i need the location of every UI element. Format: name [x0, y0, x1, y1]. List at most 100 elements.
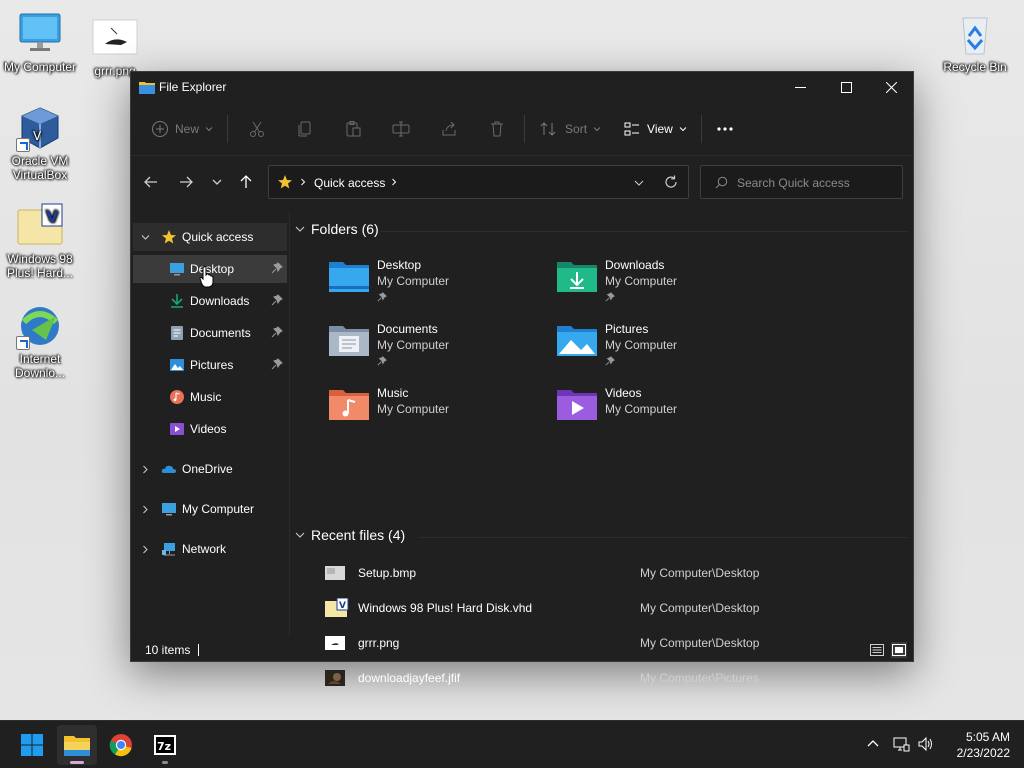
forward-button[interactable] [172, 165, 200, 199]
music-folder-icon [170, 390, 184, 404]
back-button[interactable] [137, 165, 165, 199]
large-icons-view-icon[interactable] [891, 642, 907, 658]
sidebar-item-music[interactable]: Music [133, 383, 287, 411]
details-view-icon[interactable] [869, 642, 885, 658]
sidebar-item-my-computer[interactable]: My Computer [133, 495, 287, 523]
recent-files-group-title: Recent files (4) [311, 527, 406, 543]
rename-button[interactable] [386, 112, 416, 146]
minimize-button[interactable] [777, 72, 823, 102]
title-bar[interactable]: File Explorer [131, 72, 913, 102]
monitor-icon [16, 10, 64, 58]
folder-location: My Computer [605, 338, 678, 352]
photo-thumbnail-icon [325, 670, 345, 686]
pictures-folder-icon [170, 359, 184, 371]
folder-tile-videos[interactable]: Videos My Computer [551, 382, 771, 442]
search-box[interactable] [700, 165, 903, 199]
folder-name: Desktop [377, 258, 422, 272]
folder-tile-downloads[interactable]: Downloads My Computer [551, 254, 771, 314]
maximize-button[interactable] [823, 72, 869, 102]
up-button[interactable] [232, 165, 260, 199]
recent-locations-button[interactable] [203, 165, 231, 199]
copy-button[interactable] [290, 112, 320, 146]
recent-file-row[interactable]: V Windows 98 Plus! Hard Disk.vhd My Comp… [291, 593, 911, 623]
chevron-down-icon [205, 127, 213, 132]
share-button[interactable] [434, 112, 464, 146]
file-location: My Computer\Desktop [640, 601, 760, 615]
breadcrumb[interactable]: Quick access [314, 176, 385, 190]
delete-icon [491, 121, 504, 137]
desktop-icon-my-computer[interactable]: My Computer [0, 10, 80, 74]
sort-button[interactable]: Sort [533, 112, 607, 146]
chevron-right-icon[interactable] [141, 545, 150, 554]
svg-text:V: V [46, 207, 59, 226]
folder-location: My Computer [377, 338, 450, 352]
pin-icon [377, 356, 387, 366]
paste-button[interactable] [338, 112, 368, 146]
chevron-down-icon[interactable] [141, 233, 150, 242]
delete-button[interactable] [482, 112, 512, 146]
desktop-icon-label: Internet Downlo... [14, 352, 66, 380]
sidebar-item-documents[interactable]: Documents [133, 319, 287, 347]
sidebar-item-onedrive[interactable]: OneDrive [133, 455, 287, 483]
network-icon[interactable] [892, 735, 910, 753]
item-count: 10 items [145, 643, 191, 657]
desktop-icon-idm[interactable]: Internet Downlo... [0, 302, 80, 380]
more-options-button[interactable] [710, 112, 740, 146]
address-bar[interactable]: Quick access [268, 165, 689, 199]
desktop-icon-label: Recycle Bin [943, 60, 1007, 74]
view-button[interactable]: View [617, 112, 693, 146]
taskbar-7zip[interactable]: 7z [145, 725, 185, 765]
sort-icon [540, 122, 556, 136]
desktop-icon-vhd[interactable]: V Windows 98 Plus! Hard... [0, 202, 80, 280]
pin-icon [377, 292, 387, 302]
new-button[interactable]: New [145, 112, 219, 146]
status-bar: 10 items [131, 639, 913, 661]
download-manager-icon [16, 302, 64, 350]
search-input[interactable] [737, 174, 892, 192]
recent-file-row[interactable]: downloadjayfeef.jfif My Computer\Picture… [291, 663, 911, 693]
pin-icon [605, 292, 615, 302]
pane-splitter[interactable] [289, 212, 290, 637]
taskbar-chrome[interactable] [101, 725, 141, 765]
videos-folder-icon [557, 390, 597, 420]
chevron-up-icon[interactable] [864, 735, 882, 753]
chevron-right-icon[interactable] [141, 465, 150, 474]
folder-tile-pictures[interactable]: Pictures My Computer [551, 318, 771, 378]
start-button[interactable] [12, 725, 52, 765]
sidebar-item-label: Videos [190, 422, 227, 436]
chevron-down-icon [679, 127, 687, 132]
sidebar-item-videos[interactable]: Videos [133, 415, 287, 443]
chevron-right-icon[interactable] [141, 505, 150, 514]
sidebar-item-quick-access[interactable]: Quick access [133, 223, 287, 251]
sidebar-item-downloads[interactable]: Downloads [133, 287, 287, 315]
sidebar-item-label: Network [182, 542, 227, 556]
desktop-icon-grrr-png[interactable]: grrr.png [75, 14, 155, 78]
recent-files-group-header[interactable]: Recent files (4) [295, 527, 405, 543]
system-clock[interactable]: 5:05 AM 2/23/2022 [957, 729, 1010, 761]
virtualbox-icon: V [16, 104, 64, 152]
sidebar-item-label: Downloads [190, 294, 250, 308]
cut-button[interactable] [242, 112, 272, 146]
address-dropdown-icon[interactable] [634, 178, 644, 188]
folders-group-header[interactable]: Folders (6) [295, 221, 379, 237]
chevron-down-icon [295, 226, 305, 232]
close-button[interactable] [868, 72, 914, 102]
folder-name: Pictures [605, 322, 649, 336]
folder-location: My Computer [377, 274, 450, 288]
chevron-right-icon[interactable] [390, 178, 398, 186]
folder-tile-desktop[interactable]: Desktop My Computer [323, 254, 543, 314]
file-explorer-window: File Explorer New Sort View Quick access… [130, 71, 914, 686]
desktop-icon-recycle-bin[interactable]: Recycle Bin [935, 10, 1015, 74]
sidebar-item-network[interactable]: Network [133, 535, 287, 563]
desktop-icon-virtualbox[interactable]: V Oracle VM VirtualBox [0, 104, 80, 182]
clock-date: 2/23/2022 [956, 746, 1010, 760]
sidebar-item-pictures[interactable]: Pictures [133, 351, 287, 379]
sidebar-item-label: Pictures [190, 358, 234, 372]
folder-tile-music[interactable]: Music My Computer [323, 382, 543, 442]
recent-file-row[interactable]: Setup.bmp My Computer\Desktop [291, 558, 911, 588]
folder-tile-documents[interactable]: Documents My Computer [323, 318, 543, 378]
taskbar-file-explorer[interactable] [57, 725, 97, 765]
volume-icon[interactable] [917, 735, 935, 753]
network-icon [162, 543, 175, 556]
refresh-icon[interactable] [664, 175, 678, 189]
